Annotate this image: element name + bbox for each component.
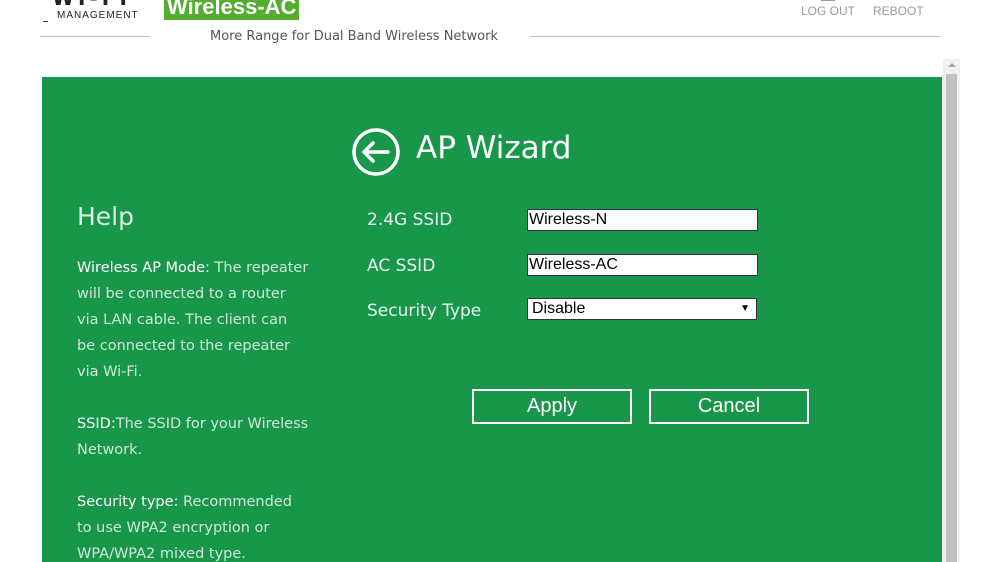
security-type-label: Security Type (367, 301, 482, 321)
tagline: More Range for Dual Band Wireless Networ… (210, 29, 498, 44)
security-type-value: Disable (532, 300, 586, 317)
help-item-security: Security type: Recommended to use WPA2 e… (77, 489, 309, 562)
brand-badge: Wireless-AC (164, 0, 300, 20)
help-term: SSID: (77, 416, 116, 432)
wizard-panel: AP Wizard Help Wireless AP Mode: The rep… (42, 77, 942, 562)
security-type-select[interactable]: Disable ▼ (527, 298, 757, 320)
help-desc: The repeater will be connected to a rout… (77, 260, 309, 380)
ssid-24g-input[interactable] (527, 209, 758, 231)
ssid-24g-label: 2.4G SSID (367, 210, 453, 230)
reboot-label: REBOOT (873, 4, 924, 18)
header-divider-left (40, 36, 150, 37)
help-title: Help (77, 202, 134, 231)
arrow-left-circle-icon (352, 128, 400, 176)
help-term: Security type: (77, 494, 179, 510)
logo-text: WI-FI (52, 0, 131, 10)
help-term: Wireless AP Mode: (77, 260, 210, 276)
scrollbar[interactable] (943, 59, 960, 562)
router-admin-page: WI-FI MANAGEMENT Wireless-AC More Range … (0, 0, 1000, 562)
back-button[interactable] (351, 127, 401, 177)
logo-subtext: MANAGEMENT (57, 10, 139, 21)
apply-button[interactable]: Apply (472, 389, 632, 424)
logout-icon (821, 0, 835, 1)
help-item-ssid: SSID:The SSID for your Wireless Network. (77, 411, 309, 463)
scroll-up-arrow-icon[interactable] (943, 59, 960, 73)
scroll-thumb[interactable] (946, 74, 957, 562)
help-item-ap-mode: Wireless AP Mode: The repeater will be c… (77, 255, 309, 385)
ac-ssid-input[interactable] (527, 254, 758, 276)
logout-label: LOG OUT (801, 4, 856, 18)
logo-divider (43, 21, 48, 22)
reboot-link[interactable]: REBOOT (873, 4, 924, 18)
cancel-button[interactable]: Cancel (649, 389, 809, 424)
header-divider-right (530, 36, 940, 37)
ac-ssid-label: AC SSID (367, 256, 436, 276)
logout-link[interactable]: LOG OUT (801, 0, 856, 18)
wifi-logo: WI-FI (52, 0, 131, 10)
dropdown-arrow-icon: ▼ (740, 303, 750, 314)
page-title: AP Wizard (416, 130, 572, 166)
